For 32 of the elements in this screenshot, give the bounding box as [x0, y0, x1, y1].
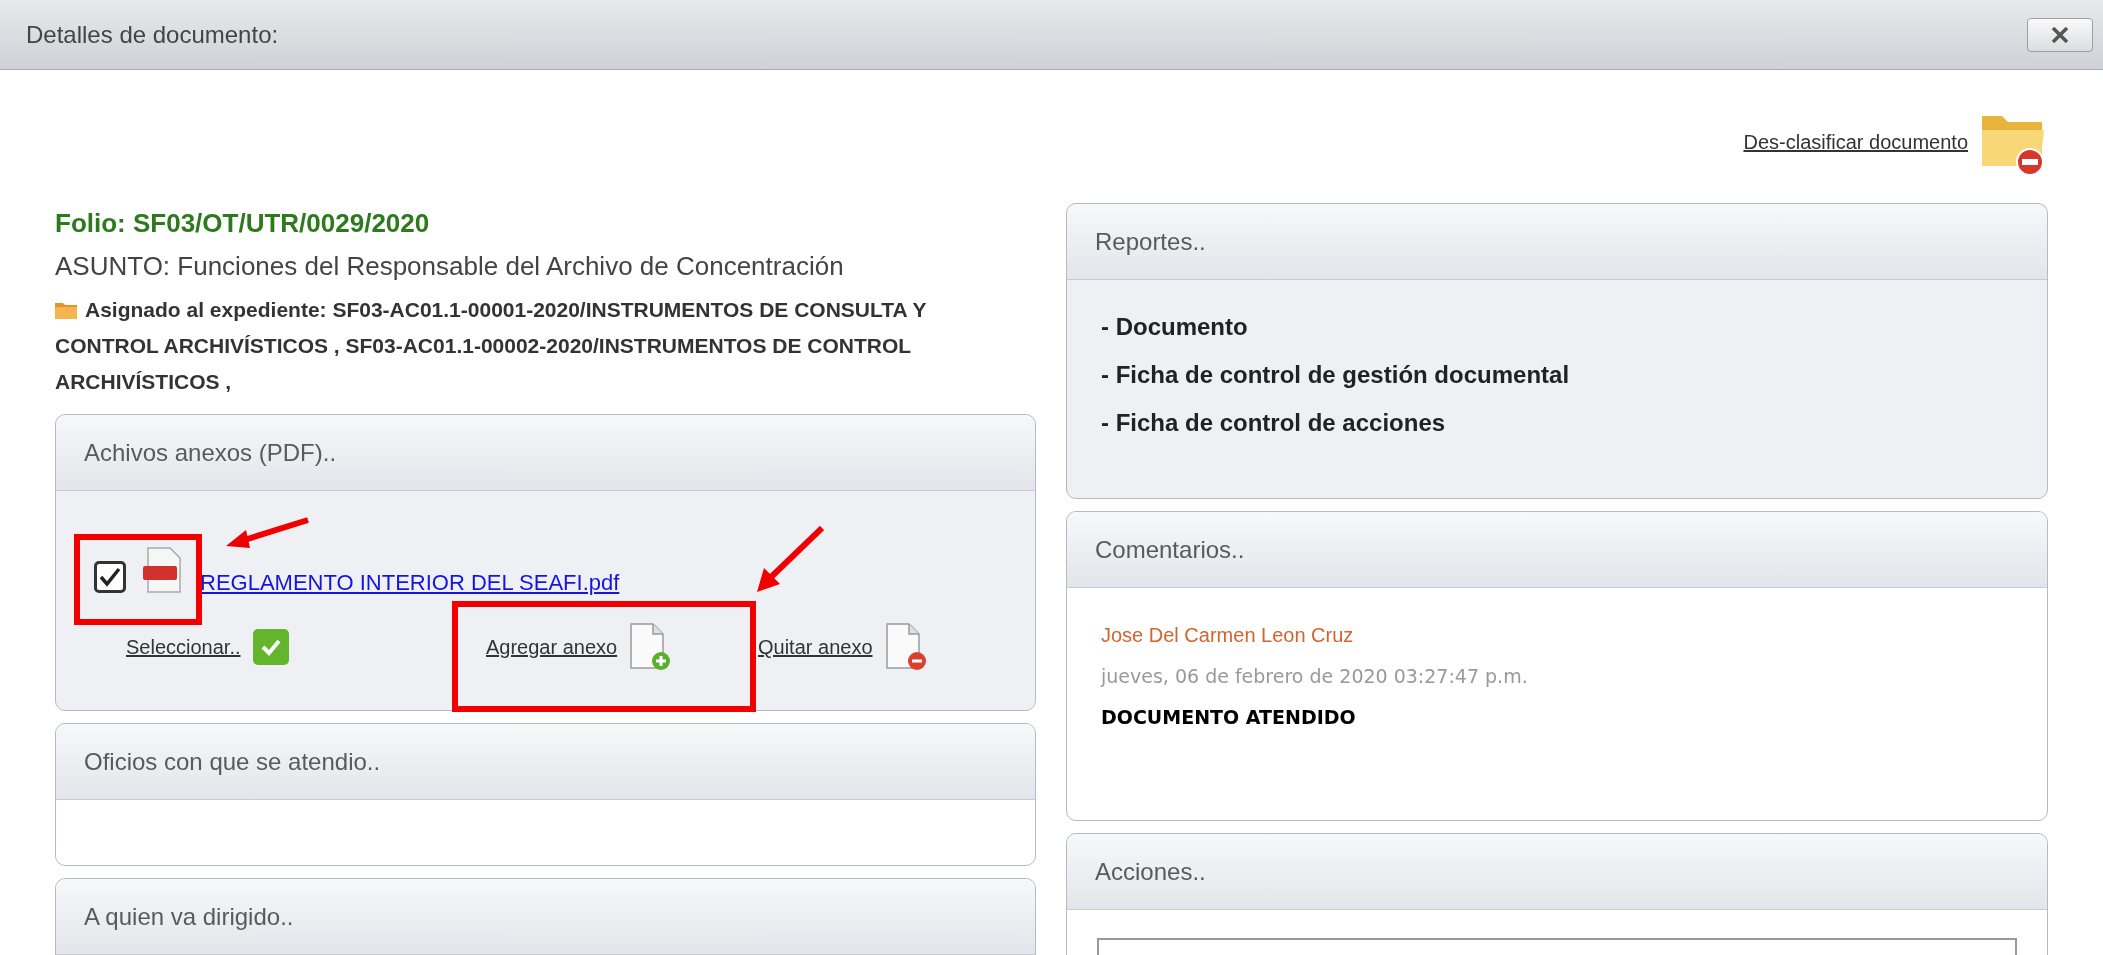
arrow-icon: [224, 516, 310, 550]
comment-date: jueves, 06 de febrero de 2020 03:27:47 p.m.: [1101, 664, 1529, 689]
pdf-file-icon: [142, 547, 182, 593]
select-link[interactable]: Seleccionar..: [126, 632, 241, 662]
document-remove-icon[interactable]: [884, 623, 927, 671]
arrow-icon: [754, 526, 824, 594]
assignment-text: Asignado al expediente: SF03-AC01.1-00001-2020/INSTRUMENTOS DE CONSULTA Y CONTROL ARCHIVÍSTICOS , SF03-AC01.1-00002-2020/INSTRUMENTOS DE CONTROL ARCHIVÍSTICOS ,: [55, 297, 927, 395]
add-attachment-link[interactable]: Agregar anexo: [486, 632, 618, 662]
checkmark-icon: [99, 567, 121, 587]
declassify-link[interactable]: Des-clasificar documento: [1743, 127, 1968, 157]
close-button[interactable]: [2027, 17, 2093, 52]
comment-text: DOCUMENTO ATENDIDO: [1101, 704, 1357, 730]
folio-heading: Folio: SF03/OT/UTR/0029/2020: [55, 207, 431, 240]
panel-header: Comentarios..: [1067, 512, 2047, 588]
report-link[interactable]: - Ficha de control de acciones: [1101, 406, 2047, 440]
panel-header: A quien va dirigido..: [56, 879, 1035, 955]
panel-header: Acciones..: [1067, 834, 2047, 910]
report-link[interactable]: - Ficha de control de gestión documental: [1101, 358, 2047, 392]
panel-header: Reportes..: [1067, 204, 2047, 280]
panel-header: Oficios con que se atendio..: [56, 724, 1035, 800]
checkbox[interactable]: [94, 561, 126, 593]
window-title: Detalles de documento:: [26, 19, 279, 50]
attachment-link[interactable]: REGLAMENTO INTERIOR DEL SEAFI.pdf: [200, 566, 620, 599]
checkmark-icon[interactable]: [252, 629, 289, 665]
panel-header: Achivos anexos (PDF)..: [56, 415, 1035, 491]
folder-icon: [55, 301, 77, 319]
comment-author: Jose Del Carmen Leon Cruz: [1101, 623, 1355, 648]
subject-text: ASUNTO: Funciones del Responsable del Archivo de Concentración: [55, 250, 845, 283]
remove-attachment-link[interactable]: Quitar anexo: [758, 632, 873, 662]
document-add-icon[interactable]: [629, 623, 672, 671]
close-icon: [2051, 26, 2069, 43]
report-link[interactable]: - Documento: [1101, 310, 2047, 344]
